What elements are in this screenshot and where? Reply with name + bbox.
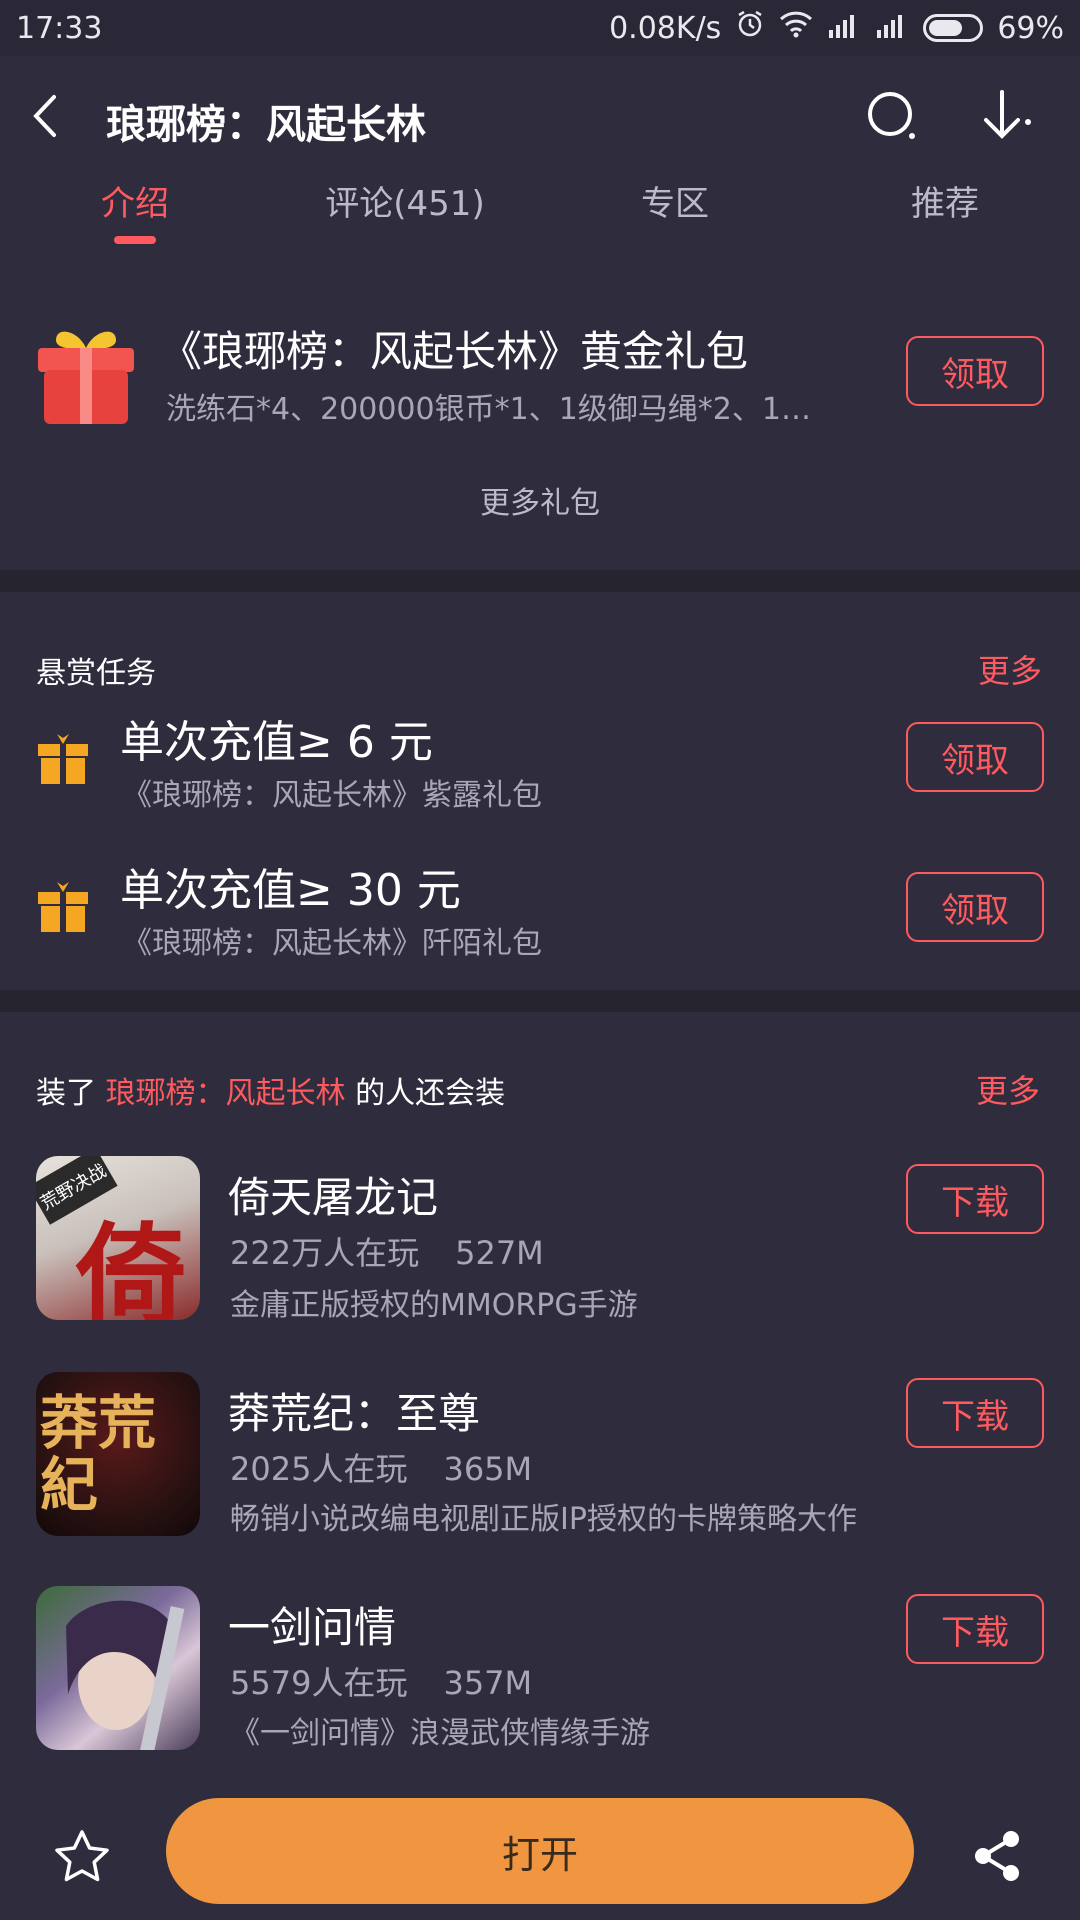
tasks-section-title: 悬赏任务 [36, 656, 156, 691]
tasks-more-link[interactable]: 更多 [978, 646, 1042, 692]
related-title-suffix: 的人还会装 [345, 1076, 506, 1111]
portrait-illustration [66, 1600, 185, 1750]
share-button[interactable] [966, 1824, 1030, 1888]
task-title: 单次充值≥ 30 元 [120, 865, 461, 916]
star-icon [55, 1830, 109, 1882]
battery-icon [923, 14, 984, 42]
tab-intro-label: 介绍 [101, 184, 169, 224]
task-gift-icon [36, 878, 90, 934]
signal-icon-1 [827, 11, 861, 46]
app-players: 2025人在玩 [230, 1450, 408, 1488]
app-name: 一剑问情 [228, 1603, 397, 1652]
gift-box-icon [34, 320, 138, 428]
app-icon-yitian: 荒野决战 倚 [36, 1156, 200, 1320]
app-description: 《一剑问情》浪漫武侠情缘手游 [230, 1716, 650, 1751]
open-game-button[interactable]: 打开 [166, 1798, 914, 1904]
app-players: 5579人在玩 [230, 1664, 408, 1702]
app-name: 莽荒纪：至尊 [228, 1389, 481, 1438]
wifi-icon [779, 10, 813, 46]
download-app-button[interactable]: 下载 [906, 1378, 1044, 1448]
tab-active-indicator [114, 236, 156, 244]
task-subtitle: 《琅琊榜：风起长林》紫露礼包 [122, 778, 542, 813]
app-header: 琅琊榜：风起长林 [0, 56, 1080, 176]
download-app-button[interactable]: 下载 [906, 1594, 1044, 1664]
page-title: 琅琊榜：风起长林 [106, 102, 426, 148]
status-time: 17:33 [16, 10, 103, 46]
search-button[interactable] [862, 86, 922, 146]
related-title-game: 琅琊榜：风起长林 [105, 1076, 346, 1111]
app-icon-manghuang: 莽荒紀 [36, 1372, 200, 1536]
app-meta: 2025人在玩 365M [230, 1444, 532, 1490]
tab-recommend-label: 推荐 [911, 184, 979, 224]
task-title: 单次充值≥ 6 元 [120, 717, 433, 768]
back-button[interactable] [20, 86, 70, 146]
alarm-icon [735, 9, 765, 47]
app-size: 365M [443, 1450, 533, 1488]
app-meta: 222万人在玩 527M [230, 1228, 544, 1274]
app-description: 金庸正版授权的MMORPG手游 [230, 1288, 638, 1323]
app-players: 222万人在玩 [230, 1234, 420, 1272]
chevron-left-icon [33, 95, 56, 137]
status-right: 0.08K/s 69% [609, 9, 1064, 47]
section-divider [0, 570, 1080, 592]
related-more-link[interactable]: 更多 [976, 1066, 1040, 1112]
gift-pack-section: 《琅琊榜：风起长林》黄金礼包 洗练石*4、200000银币*1、1级御马绳*2、… [0, 252, 1080, 570]
app-icon-glyph: 莽荒紀 [40, 1389, 157, 1519]
tab-recommend[interactable]: 推荐 [810, 176, 1080, 252]
app-description: 畅销小说改编电视剧正版IP授权的卡牌策略大作 [230, 1502, 857, 1537]
gift-description: 洗练石*4、200000银币*1、1级御马绳*2、1级... [166, 392, 836, 427]
search-icon [868, 92, 915, 139]
task-subtitle: 《琅琊榜：风起长林》阡陌礼包 [122, 926, 542, 961]
gift-title: 《琅琊榜：风起长林》黄金礼包 [160, 327, 749, 376]
related-title-prefix: 装了 [36, 1076, 106, 1111]
tab-zone[interactable]: 专区 [540, 176, 810, 252]
download-icon [984, 90, 1031, 139]
app-size: 527M [455, 1234, 544, 1272]
app-icon-glyph: 倚 [76, 1211, 186, 1320]
download-manager-button[interactable] [976, 86, 1036, 146]
status-bar: 17:33 0.08K/s 69% [0, 0, 1080, 56]
claim-gift-button[interactable]: 领取 [906, 336, 1044, 406]
tab-comments[interactable]: 评论(451) [270, 176, 540, 252]
tab-zone-label: 专区 [641, 184, 709, 224]
app-size: 357M [443, 1664, 533, 1702]
tab-comments-label: 评论(451) [325, 184, 485, 224]
app-meta: 5579人在玩 357M [230, 1658, 532, 1704]
network-speed: 0.08K/s [609, 10, 722, 46]
app-name: 倚天屠龙记 [228, 1173, 439, 1222]
bottom-action-bar: 打开 [0, 1776, 1080, 1920]
battery-percent: 69% [997, 10, 1064, 46]
tab-intro[interactable]: 介绍 [0, 176, 270, 252]
section-divider [0, 990, 1080, 1012]
signal-icon-2 [875, 11, 909, 46]
related-section-title: 装了 琅琊榜：风起长林 的人还会装 [36, 1068, 505, 1112]
favorite-button[interactable] [50, 1824, 114, 1888]
more-gifts-link[interactable]: 更多礼包 [0, 478, 1080, 522]
app-icon-yijian [36, 1586, 200, 1750]
claim-task-button[interactable]: 领取 [906, 872, 1044, 942]
tab-bar: 介绍 评论(451) 专区 推荐 [0, 176, 1080, 252]
task-gift-icon [36, 730, 90, 786]
claim-task-button[interactable]: 领取 [906, 722, 1044, 792]
share-icon [975, 1831, 1019, 1881]
download-app-button[interactable]: 下载 [906, 1164, 1044, 1234]
